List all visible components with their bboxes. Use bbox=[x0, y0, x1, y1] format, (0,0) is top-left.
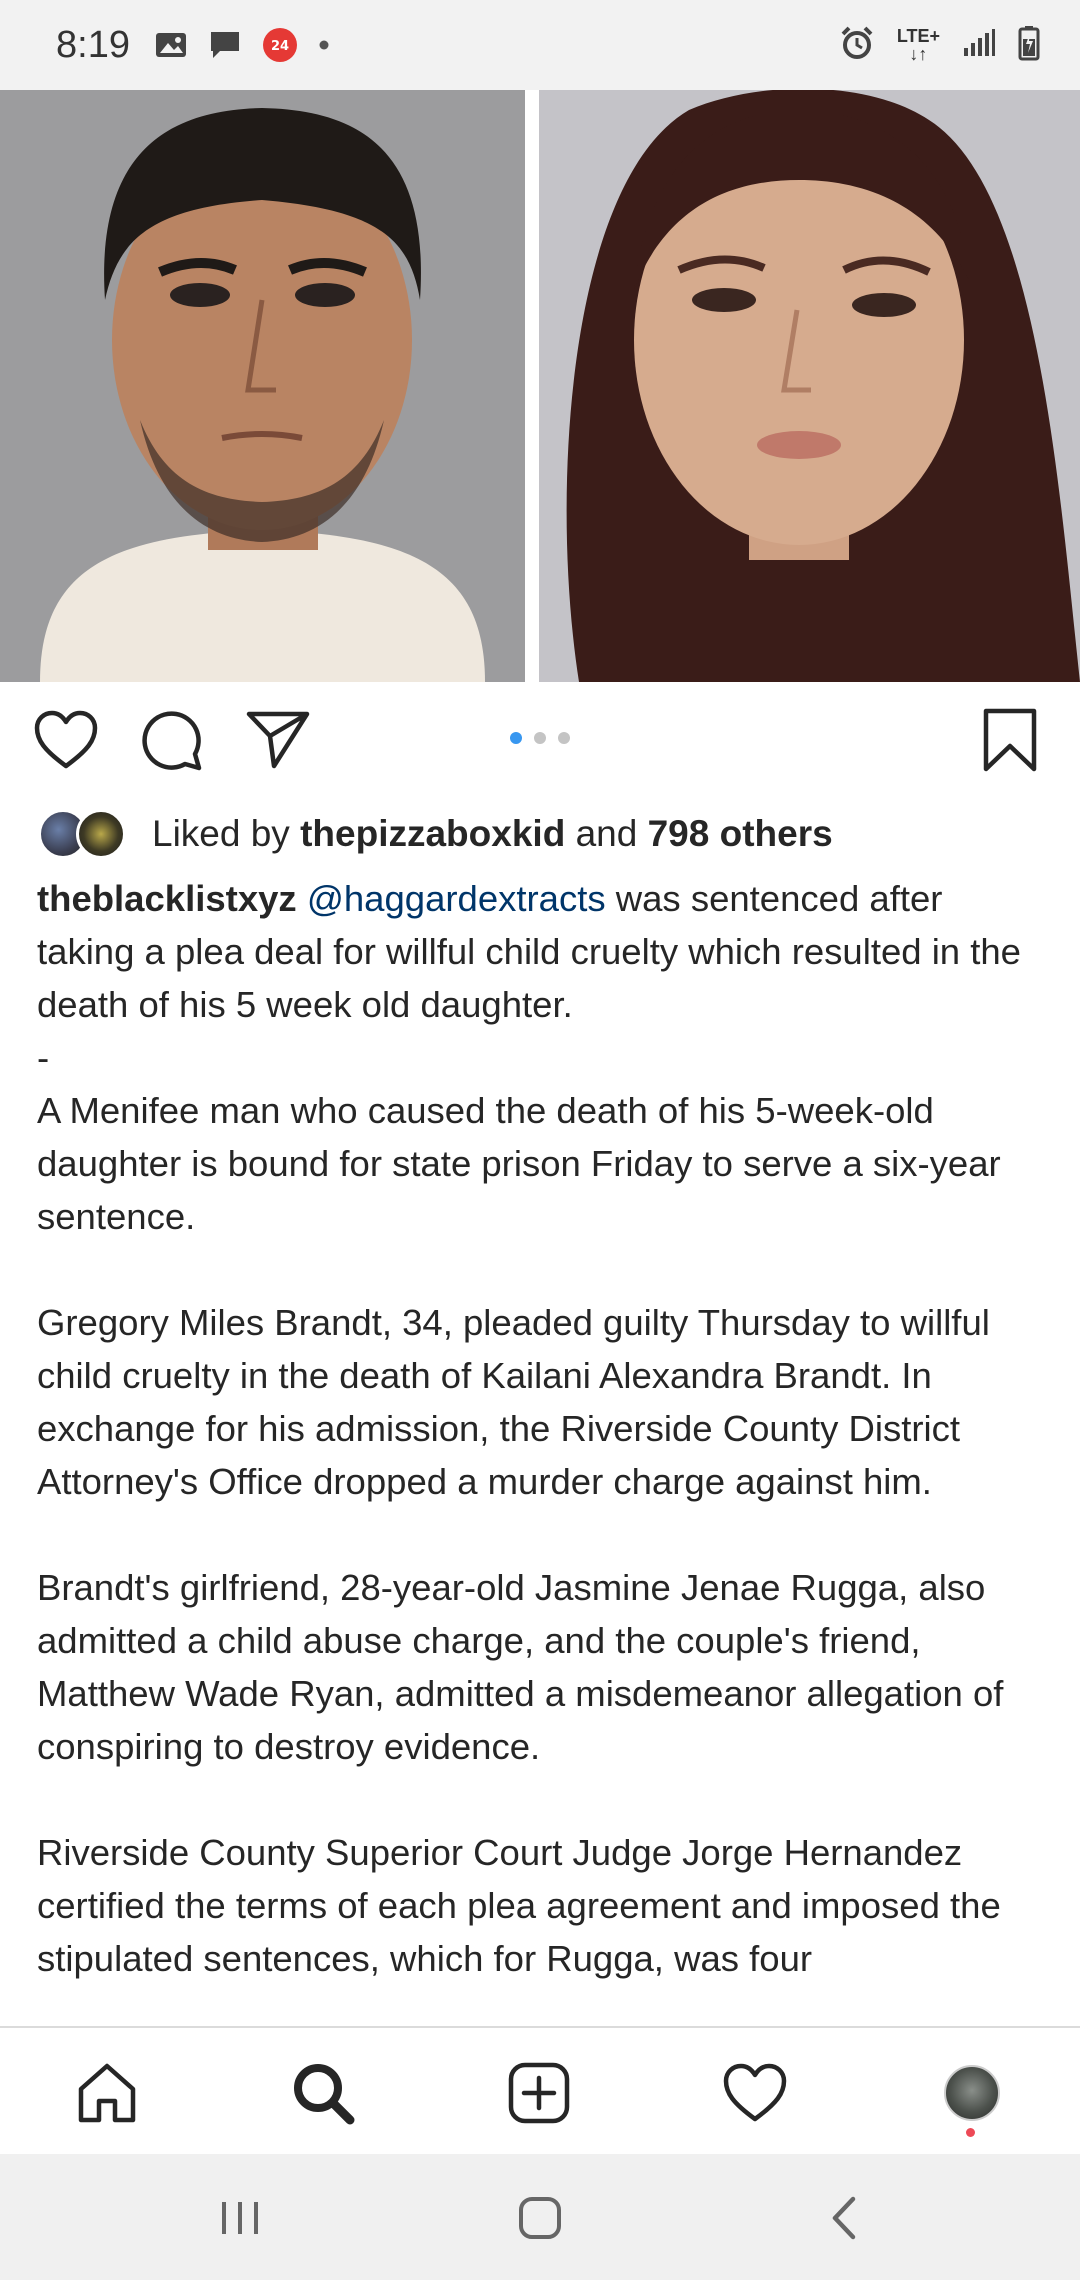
post-actions bbox=[0, 700, 1080, 780]
mugshot-left bbox=[0, 90, 525, 682]
post-caption: theblacklistxyz @haggardextracts was sen… bbox=[37, 872, 1047, 1985]
share-send-icon[interactable] bbox=[246, 708, 310, 772]
carousel-dot bbox=[558, 732, 570, 744]
caption-mention[interactable]: @haggardextracts bbox=[307, 878, 606, 919]
back-icon[interactable] bbox=[814, 2190, 874, 2246]
carousel-indicator bbox=[510, 732, 570, 744]
caption-text: was sentenced after taking a plea deal f… bbox=[37, 878, 1021, 1979]
new-post-icon[interactable] bbox=[504, 2058, 574, 2128]
status-bar: 8:19 24 LTE+ ↓↑ bbox=[0, 0, 1080, 90]
status-time: 8:19 bbox=[56, 23, 130, 66]
alarm-icon bbox=[839, 25, 875, 66]
likes-prefix: Liked by bbox=[152, 813, 301, 854]
gallery-icon bbox=[154, 30, 188, 60]
avatar bbox=[76, 809, 126, 859]
likes-row[interactable]: Liked by thepizzaboxkid and 798 others bbox=[38, 806, 833, 862]
caption-username[interactable]: theblacklistxyz bbox=[37, 878, 297, 919]
profile-avatar[interactable] bbox=[937, 2058, 1007, 2128]
liker-avatars bbox=[38, 807, 130, 861]
home-icon[interactable] bbox=[72, 2058, 142, 2128]
activity-heart-icon[interactable] bbox=[720, 2058, 790, 2128]
app-badge-icon: 24 bbox=[262, 27, 298, 63]
dot-icon bbox=[318, 39, 330, 51]
carousel-dot-active bbox=[510, 732, 522, 744]
liker-username[interactable]: thepizzaboxkid bbox=[300, 813, 565, 854]
battery-icon bbox=[1018, 25, 1040, 66]
image-divider bbox=[525, 90, 539, 682]
save-bookmark-icon[interactable] bbox=[978, 708, 1042, 772]
avatar bbox=[944, 2065, 1000, 2121]
mugshot-right bbox=[539, 90, 1080, 682]
recent-apps-icon[interactable] bbox=[210, 2190, 270, 2246]
system-nav-bar bbox=[0, 2154, 1080, 2280]
search-icon[interactable] bbox=[288, 2058, 358, 2128]
post-image[interactable] bbox=[0, 90, 1080, 682]
svg-text:24: 24 bbox=[271, 39, 289, 54]
signal-icon bbox=[962, 28, 996, 63]
comment-icon[interactable] bbox=[140, 708, 204, 772]
likes-others[interactable]: 798 others bbox=[648, 813, 833, 854]
bottom-nav bbox=[0, 2026, 1080, 2154]
like-heart-icon[interactable] bbox=[34, 708, 98, 772]
lte-label: LTE+ bbox=[896, 26, 940, 46]
notification-dot bbox=[966, 2128, 975, 2137]
likes-text: Liked by thepizzaboxkid and 798 others bbox=[152, 813, 833, 855]
lte-icon: LTE+ ↓↑ bbox=[896, 26, 940, 64]
carousel-dot bbox=[534, 732, 546, 744]
home-button-icon[interactable] bbox=[510, 2190, 570, 2246]
likes-joiner: and bbox=[565, 813, 648, 854]
message-icon bbox=[208, 29, 242, 61]
